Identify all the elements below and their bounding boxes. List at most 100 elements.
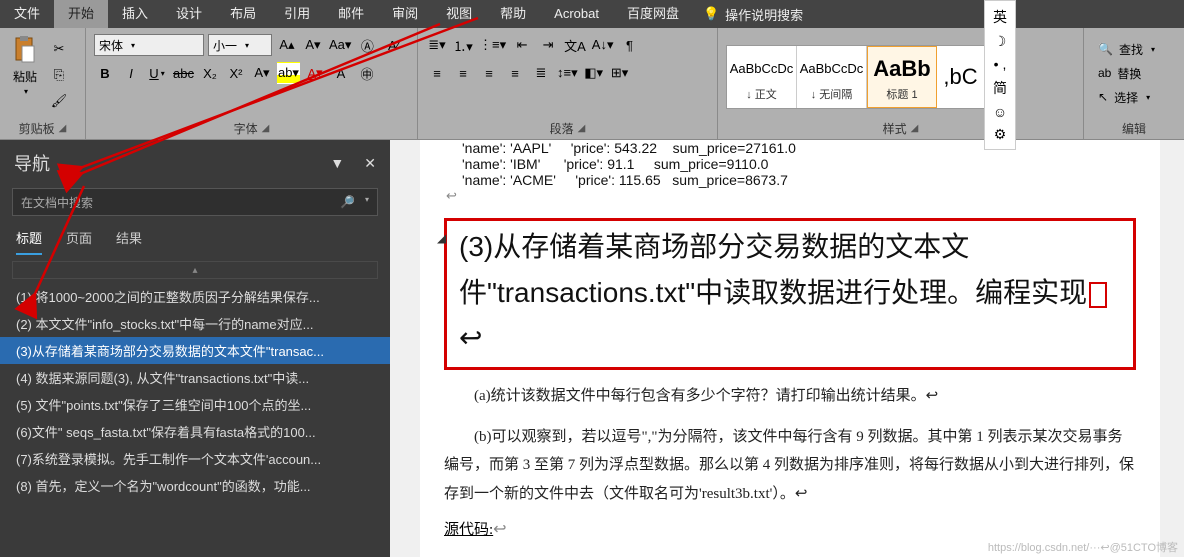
menu-design[interactable]: 设计 <box>162 0 216 28</box>
group-styles: AaBbCcDc↓ 正文 AaBbCcDc↓ 无间隔 AaBb标题 1 ,bC … <box>718 28 1084 139</box>
menu-insert[interactable]: 插入 <box>108 0 162 28</box>
font-color-button[interactable]: A▾ <box>304 62 326 84</box>
ime-punct-button[interactable]: • , <box>994 56 1007 72</box>
phonetic-guide-button[interactable]: Ⓐ <box>356 34 378 56</box>
paste-button[interactable]: 粘贴 ▾ <box>8 34 42 98</box>
menu-review[interactable]: 审阅 <box>378 0 432 28</box>
justify-button[interactable]: ≡ <box>504 62 526 84</box>
char-border-button[interactable]: A <box>330 62 352 84</box>
ime-simplified-button[interactable]: 简 <box>993 78 1007 98</box>
align-left-button[interactable]: ≡ <box>426 62 448 84</box>
nav-item[interactable]: (2) 本文文件"info_stocks.txt"中每一行的name对应... <box>0 310 390 337</box>
nav-item[interactable]: (7)系统登录模拟。先手工制作一个文本文件'accoun... <box>0 445 390 472</box>
tell-me[interactable]: 💡 操作说明搜索 <box>693 5 813 24</box>
align-right-button[interactable]: ≡ <box>478 62 500 84</box>
increase-indent-button[interactable]: ⇥ <box>537 34 559 56</box>
menu-help[interactable]: 帮助 <box>486 0 540 28</box>
menu-baidu[interactable]: 百度网盘 <box>613 0 693 28</box>
paragraph-group-label: 段落 <box>550 120 574 137</box>
superscript-button[interactable]: X² <box>225 62 247 84</box>
style-preview: ,bC <box>943 60 977 94</box>
nav-collapse-bar[interactable]: ▴ <box>12 261 378 279</box>
heading-text[interactable]: (3)从存储着某商场部分交易数据的文本文件"transactions.txt"中… <box>459 232 1109 354</box>
nav-item[interactable]: (8) 首先，定义一个名为"wordcount"的函数，功能... <box>0 472 390 499</box>
select-button[interactable]: ↖选择▾ <box>1092 86 1161 108</box>
nav-item[interactable]: (1) 将1000~2000之间的正整数质因子分解结果保存... <box>0 283 390 310</box>
text-effects-button[interactable]: A▾ <box>251 62 273 84</box>
text-direction-button[interactable]: 文A <box>563 34 587 56</box>
style-more[interactable]: ,bC <box>937 46 985 108</box>
search-icon: 🔎 <box>340 195 355 209</box>
navigation-pane: 导航 ▼ ✕ 在文档中搜索 🔎▾ 标题 页面 结果 ▴ (1) 将1000~20… <box>0 140 390 557</box>
font-size-select[interactable]: 小一▾ <box>208 34 272 56</box>
nav-item[interactable]: (6)文件" seqs_fasta.txt"保存着具有fasta格式的100..… <box>0 418 390 445</box>
change-case-button[interactable]: Aa▾ <box>328 34 352 56</box>
copy-button[interactable]: ⎘ <box>48 64 70 86</box>
dialog-launcher-icon[interactable]: ◢ <box>578 123 586 134</box>
nav-search-input[interactable]: 在文档中搜索 🔎▾ <box>12 188 378 216</box>
strikethrough-button[interactable]: abc <box>172 62 195 84</box>
menu-acrobat[interactable]: Acrobat <box>540 0 613 28</box>
ime-settings-button[interactable]: ⚙ <box>994 126 1007 143</box>
menu-mail[interactable]: 邮件 <box>324 0 378 28</box>
find-button[interactable]: 🔍查找▾ <box>1092 38 1161 60</box>
nav-close-button[interactable]: ✕ <box>364 155 376 172</box>
enclose-char-button[interactable]: ㊥ <box>356 62 378 84</box>
nav-tab-headings[interactable]: 标题 <box>16 228 42 255</box>
source-code-label[interactable]: 源代码: <box>444 518 493 539</box>
bold-button[interactable]: B <box>94 62 116 84</box>
menu-file[interactable]: 文件 <box>0 0 54 28</box>
sort-button[interactable]: A↓▾ <box>591 34 615 56</box>
style-heading1[interactable]: AaBb标题 1 <box>867 46 937 108</box>
style-nospacing[interactable]: AaBbCcDc↓ 无间隔 <box>797 46 867 108</box>
nav-tab-results[interactable]: 结果 <box>116 228 142 255</box>
ime-moon-icon[interactable]: ☽ <box>994 33 1007 50</box>
clipboard-icon <box>12 36 38 66</box>
line-spacing-button[interactable]: ↕≡▾ <box>556 62 579 84</box>
nav-dropdown-button[interactable]: ▼ <box>330 155 344 172</box>
italic-button[interactable]: I <box>120 62 142 84</box>
menu-view[interactable]: 视图 <box>432 0 486 28</box>
decrease-indent-button[interactable]: ⇤ <box>511 34 533 56</box>
cut-button[interactable]: ✂ <box>48 38 70 60</box>
ime-emoji-button[interactable]: ☺ <box>993 104 1007 120</box>
menu-layout[interactable]: 布局 <box>216 0 270 28</box>
subscript-button[interactable]: X₂ <box>199 62 221 84</box>
shrink-font-button[interactable]: A▾ <box>302 34 324 56</box>
dialog-launcher-icon[interactable]: ◢ <box>59 123 67 134</box>
borders-button[interactable]: ⊞▾ <box>609 62 631 84</box>
nav-item[interactable]: (3)从存储着某商场部分交易数据的文本文件"transac... <box>0 337 390 364</box>
highlight-button[interactable]: ab▾ <box>277 62 300 84</box>
underline-button[interactable]: U▾ <box>146 62 168 84</box>
grow-font-button[interactable]: A▴ <box>276 34 298 56</box>
show-marks-button[interactable]: ¶ <box>619 34 641 56</box>
document-area[interactable]: 'name': 'AAPL' 'price': 543.22 sum_price… <box>390 140 1184 557</box>
watermark: https://blog.csdn.net/···↩@51CTO博客 <box>988 539 1178 555</box>
ime-lang-button[interactable]: 英 <box>993 7 1007 27</box>
paragraph-b[interactable]: (b)可以观察到，若以逗号","为分隔符，该文件中每行含有 9 列数据。其中第 … <box>444 423 1136 509</box>
shading-button[interactable]: ◧▾ <box>583 62 605 84</box>
numbering-button[interactable]: ⒈▾ <box>452 34 474 56</box>
align-center-button[interactable]: ≡ <box>452 62 474 84</box>
clipboard-group-label: 剪贴板 <box>19 120 55 137</box>
nav-tab-pages[interactable]: 页面 <box>66 228 92 255</box>
menu-home[interactable]: 开始 <box>54 0 108 28</box>
style-normal[interactable]: AaBbCcDc↓ 正文 <box>727 46 797 108</box>
paragraph-a[interactable]: (a)统计该数据文件中每行包含有多少个字符？请打印输出统计结果。↩ <box>444 382 1136 411</box>
dialog-launcher-icon[interactable]: ◢ <box>911 123 919 134</box>
font-name-select[interactable]: 宋体▾ <box>94 34 204 56</box>
distribute-button[interactable]: ≣ <box>530 62 552 84</box>
menu-references[interactable]: 引用 <box>270 0 324 28</box>
bullets-button[interactable]: ≣▾ <box>426 34 448 56</box>
replace-button[interactable]: ab替换 <box>1092 62 1161 84</box>
multilevel-button[interactable]: ⋮≡▾ <box>478 34 507 56</box>
format-painter-button[interactable]: 🖌 <box>48 90 70 112</box>
chevron-down-icon: ▾ <box>24 87 28 96</box>
collapse-triangle-icon[interactable]: ◢ <box>437 231 446 245</box>
dialog-launcher-icon[interactable]: ◢ <box>262 123 270 134</box>
nav-item[interactable]: (4) 数据来源同题(3), 从文件"transactions.txt"中读..… <box>0 364 390 391</box>
clear-format-button[interactable]: A⁄ <box>382 34 404 56</box>
page: 'name': 'AAPL' 'price': 543.22 sum_price… <box>420 140 1160 557</box>
replace-icon: ab <box>1098 66 1111 80</box>
nav-item[interactable]: (5) 文件"points.txt"保存了三维空间中100个点的坐... <box>0 391 390 418</box>
